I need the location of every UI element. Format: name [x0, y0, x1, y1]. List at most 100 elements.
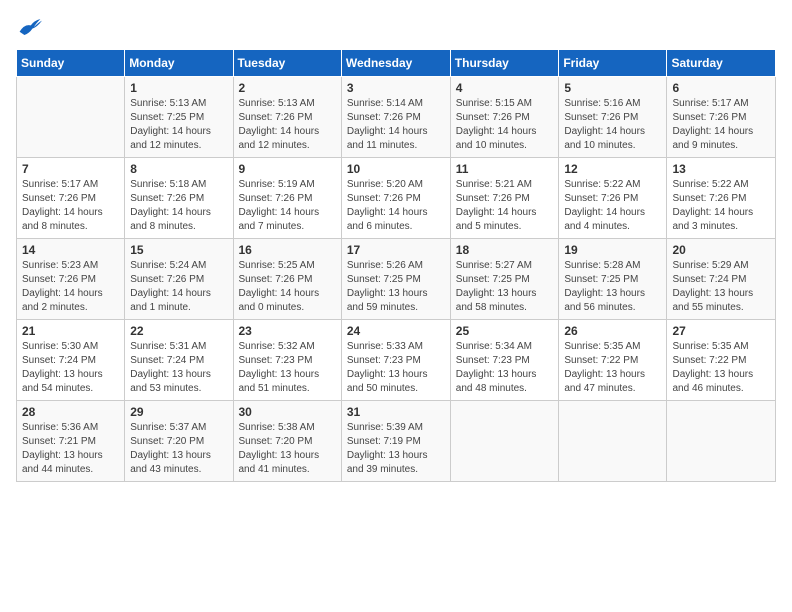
day-info: Sunrise: 5:13 AM Sunset: 7:26 PM Dayligh…	[239, 97, 336, 153]
day-number: 19	[564, 243, 661, 257]
day-info: Sunrise: 5:31 AM Sunset: 7:24 PM Dayligh…	[130, 340, 227, 396]
calendar-cell: 8 Sunrise: 5:18 AM Sunset: 7:26 PM Daylig…	[125, 158, 233, 239]
day-info: Sunrise: 5:38 AM Sunset: 7:20 PM Dayligh…	[239, 421, 336, 477]
calendar-cell: 26 Sunrise: 5:35 AM Sunset: 7:22 PM Dayli…	[559, 320, 667, 401]
day-number: 6	[672, 81, 770, 95]
header-day-sunday: Sunday	[17, 50, 125, 77]
calendar-cell: 20Sunrise: 5:29 AM Sunset: 7:24 PM Dayli…	[667, 239, 776, 320]
header-day-friday: Friday	[559, 50, 667, 77]
calendar-cell: 5 Sunrise: 5:16 AM Sunset: 7:26 PM Daylig…	[559, 77, 667, 158]
day-info: Sunrise: 5:13 AM Sunset: 7:25 PM Dayligh…	[130, 97, 227, 153]
calendar-cell: 19 Sunrise: 5:28 AM Sunset: 7:25 PM Dayli…	[559, 239, 667, 320]
week-row-2: 7Sunrise: 5:17 AM Sunset: 7:26 PM Daylig…	[17, 158, 776, 239]
day-number: 28	[22, 405, 119, 419]
calendar-cell: 24Sunrise: 5:33 AM Sunset: 7:23 PM Dayli…	[341, 320, 450, 401]
calendar-cell: 2 Sunrise: 5:13 AM Sunset: 7:26 PM Daylig…	[233, 77, 341, 158]
page-header	[16, 16, 776, 37]
calendar-cell: 4 Sunrise: 5:15 AM Sunset: 7:26 PM Daylig…	[450, 77, 559, 158]
logo	[16, 16, 42, 37]
day-number: 24	[347, 324, 445, 338]
logo-bird-icon	[18, 17, 42, 37]
calendar-cell: 3 Sunrise: 5:14 AM Sunset: 7:26 PM Daylig…	[341, 77, 450, 158]
day-info: Sunrise: 5:20 AM Sunset: 7:26 PM Dayligh…	[347, 178, 445, 234]
day-number: 29	[130, 405, 227, 419]
day-info: Sunrise: 5:22 AM Sunset: 7:26 PM Dayligh…	[672, 178, 770, 234]
calendar-cell: 30 Sunrise: 5:38 AM Sunset: 7:20 PM Dayli…	[233, 401, 341, 482]
header-day-saturday: Saturday	[667, 50, 776, 77]
calendar-cell	[667, 401, 776, 482]
header-day-monday: Monday	[125, 50, 233, 77]
calendar-cell: 21Sunrise: 5:30 AM Sunset: 7:24 PM Dayli…	[17, 320, 125, 401]
day-number: 12	[564, 162, 661, 176]
day-info: Sunrise: 5:21 AM Sunset: 7:26 PM Dayligh…	[456, 178, 554, 234]
day-number: 14	[22, 243, 119, 257]
day-number: 17	[347, 243, 445, 257]
day-info: Sunrise: 5:15 AM Sunset: 7:26 PM Dayligh…	[456, 97, 554, 153]
day-number: 4	[456, 81, 554, 95]
day-number: 31	[347, 405, 445, 419]
day-number: 27	[672, 324, 770, 338]
day-number: 2	[239, 81, 336, 95]
day-number: 9	[239, 162, 336, 176]
day-info: Sunrise: 5:26 AM Sunset: 7:25 PM Dayligh…	[347, 259, 445, 315]
day-number: 16	[239, 243, 336, 257]
day-info: Sunrise: 5:17 AM Sunset: 7:26 PM Dayligh…	[672, 97, 770, 153]
header-day-tuesday: Tuesday	[233, 50, 341, 77]
calendar-cell: 9 Sunrise: 5:19 AM Sunset: 7:26 PM Daylig…	[233, 158, 341, 239]
day-info: Sunrise: 5:29 AM Sunset: 7:24 PM Dayligh…	[672, 259, 770, 315]
calendar-cell: 23Sunrise: 5:32 AM Sunset: 7:23 PM Dayli…	[233, 320, 341, 401]
week-row-5: 28 Sunrise: 5:36 AM Sunset: 7:21 PM Dayli…	[17, 401, 776, 482]
day-info: Sunrise: 5:19 AM Sunset: 7:26 PM Dayligh…	[239, 178, 336, 234]
day-info: Sunrise: 5:25 AM Sunset: 7:26 PM Dayligh…	[239, 259, 336, 315]
calendar-cell: 6 Sunrise: 5:17 AM Sunset: 7:26 PM Daylig…	[667, 77, 776, 158]
day-number: 30	[239, 405, 336, 419]
day-info: Sunrise: 5:34 AM Sunset: 7:23 PM Dayligh…	[456, 340, 554, 396]
day-number: 8	[130, 162, 227, 176]
calendar-cell: 28 Sunrise: 5:36 AM Sunset: 7:21 PM Dayli…	[17, 401, 125, 482]
day-info: Sunrise: 5:37 AM Sunset: 7:20 PM Dayligh…	[130, 421, 227, 477]
calendar-cell: 13 Sunrise: 5:22 AM Sunset: 7:26 PM Dayli…	[667, 158, 776, 239]
day-info: Sunrise: 5:39 AM Sunset: 7:19 PM Dayligh…	[347, 421, 445, 477]
calendar-cell: 27 Sunrise: 5:35 AM Sunset: 7:22 PM Dayli…	[667, 320, 776, 401]
week-row-4: 21Sunrise: 5:30 AM Sunset: 7:24 PM Dayli…	[17, 320, 776, 401]
day-number: 22	[130, 324, 227, 338]
header-day-thursday: Thursday	[450, 50, 559, 77]
day-number: 26	[564, 324, 661, 338]
day-number: 25	[456, 324, 554, 338]
day-info: Sunrise: 5:30 AM Sunset: 7:24 PM Dayligh…	[22, 340, 119, 396]
calendar-cell: 22 Sunrise: 5:31 AM Sunset: 7:24 PM Dayli…	[125, 320, 233, 401]
day-info: Sunrise: 5:16 AM Sunset: 7:26 PM Dayligh…	[564, 97, 661, 153]
day-info: Sunrise: 5:22 AM Sunset: 7:26 PM Dayligh…	[564, 178, 661, 234]
header-day-wednesday: Wednesday	[341, 50, 450, 77]
header-row: SundayMondayTuesdayWednesdayThursdayFrid…	[17, 50, 776, 77]
calendar-cell	[559, 401, 667, 482]
day-info: Sunrise: 5:27 AM Sunset: 7:25 PM Dayligh…	[456, 259, 554, 315]
calendar-cell: 7Sunrise: 5:17 AM Sunset: 7:26 PM Daylig…	[17, 158, 125, 239]
day-info: Sunrise: 5:35 AM Sunset: 7:22 PM Dayligh…	[672, 340, 770, 396]
day-number: 13	[672, 162, 770, 176]
day-info: Sunrise: 5:35 AM Sunset: 7:22 PM Dayligh…	[564, 340, 661, 396]
calendar-cell: 11 Sunrise: 5:21 AM Sunset: 7:26 PM Dayli…	[450, 158, 559, 239]
day-number: 3	[347, 81, 445, 95]
day-info: Sunrise: 5:32 AM Sunset: 7:23 PM Dayligh…	[239, 340, 336, 396]
day-number: 7	[22, 162, 119, 176]
day-info: Sunrise: 5:18 AM Sunset: 7:26 PM Dayligh…	[130, 178, 227, 234]
calendar-cell	[17, 77, 125, 158]
calendar-cell: 10Sunrise: 5:20 AM Sunset: 7:26 PM Dayli…	[341, 158, 450, 239]
calendar-header: SundayMondayTuesdayWednesdayThursdayFrid…	[17, 50, 776, 77]
day-number: 1	[130, 81, 227, 95]
calendar-body: 1 Sunrise: 5:13 AM Sunset: 7:25 PM Daylig…	[17, 77, 776, 482]
calendar-cell	[450, 401, 559, 482]
calendar-cell: 16 Sunrise: 5:25 AM Sunset: 7:26 PM Dayli…	[233, 239, 341, 320]
week-row-1: 1 Sunrise: 5:13 AM Sunset: 7:25 PM Daylig…	[17, 77, 776, 158]
day-info: Sunrise: 5:14 AM Sunset: 7:26 PM Dayligh…	[347, 97, 445, 153]
day-number: 11	[456, 162, 554, 176]
day-info: Sunrise: 5:28 AM Sunset: 7:25 PM Dayligh…	[564, 259, 661, 315]
day-number: 5	[564, 81, 661, 95]
day-number: 15	[130, 243, 227, 257]
calendar-cell: 12 Sunrise: 5:22 AM Sunset: 7:26 PM Dayli…	[559, 158, 667, 239]
day-number: 18	[456, 243, 554, 257]
day-info: Sunrise: 5:36 AM Sunset: 7:21 PM Dayligh…	[22, 421, 119, 477]
day-info: Sunrise: 5:24 AM Sunset: 7:26 PM Dayligh…	[130, 259, 227, 315]
calendar-cell: 1 Sunrise: 5:13 AM Sunset: 7:25 PM Daylig…	[125, 77, 233, 158]
